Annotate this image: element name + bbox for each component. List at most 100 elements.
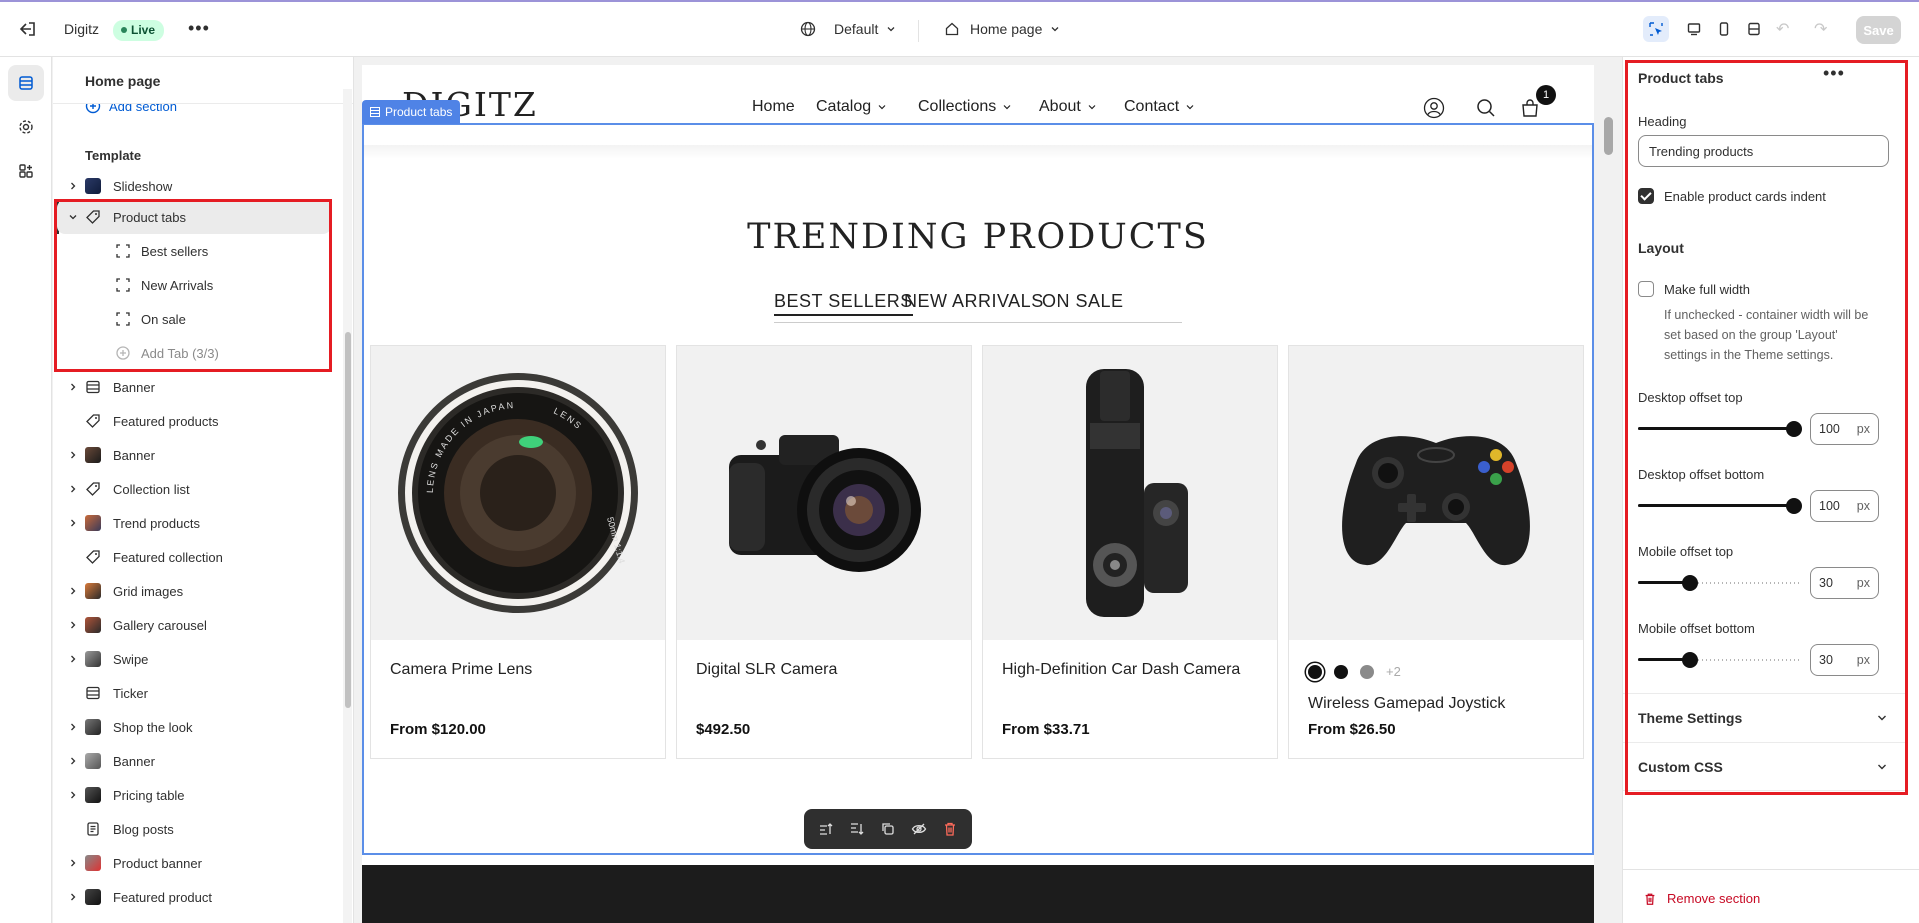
tab-best-sellers[interactable]: BEST SELLERS — [774, 291, 913, 316]
tab-on-sale[interactable]: ON SALE — [1042, 291, 1124, 312]
desktop-view-button[interactable] — [1681, 16, 1707, 42]
tree-item-shop-the-look[interactable]: Shop the look — [53, 710, 335, 744]
tab-new-arrivals[interactable]: NEW ARRIVALS — [904, 291, 1044, 312]
custom-css-accordion[interactable]: Custom CSS — [1623, 742, 1908, 791]
chevron-right-icon[interactable] — [68, 858, 78, 868]
remove-section-button[interactable]: Remove section — [1643, 891, 1760, 906]
tree-item-ticker[interactable]: Ticker — [53, 676, 335, 710]
chevron-right-icon[interactable] — [68, 518, 78, 528]
chevron-right-icon[interactable] — [68, 586, 78, 596]
swatch-gray[interactable] — [1360, 664, 1374, 679]
tree-item-banner[interactable]: Banner — [53, 744, 335, 778]
preview-scrollbar-thumb[interactable] — [1604, 117, 1613, 155]
mobile-view-button[interactable] — [1711, 16, 1737, 42]
nav-catalog[interactable]: Catalog — [816, 98, 887, 116]
product-name[interactable]: Wireless Gamepad Joystick — [1308, 695, 1505, 713]
desktop-offset-bottom-input[interactable]: 100 px — [1810, 490, 1879, 522]
chevron-right-icon[interactable] — [68, 722, 78, 732]
heading-input[interactable] — [1638, 135, 1889, 167]
tree-item-blog-posts[interactable]: Blog posts — [53, 812, 335, 846]
redo-icon[interactable]: ↷ — [1814, 19, 1827, 39]
chevron-down-icon[interactable] — [68, 212, 78, 222]
page-selector[interactable]: Home page — [944, 21, 1060, 37]
slider-knob[interactable] — [1786, 421, 1802, 437]
nav-home[interactable]: Home — [752, 98, 795, 124]
sections-rail-button[interactable] — [8, 65, 44, 101]
slider-knob[interactable] — [1682, 652, 1699, 668]
search-icon[interactable] — [1475, 97, 1497, 119]
chevron-right-icon[interactable] — [68, 382, 78, 392]
tree-scrollbar-thumb[interactable] — [345, 332, 351, 708]
chevron-right-icon[interactable] — [68, 484, 78, 494]
exit-icon[interactable] — [18, 19, 38, 39]
preview-scrollbar[interactable] — [1596, 57, 1622, 923]
selected-section-tag[interactable]: Product tabs — [362, 100, 461, 124]
delete-button[interactable] — [939, 818, 961, 840]
tree-item-product-tabs[interactable]: Product tabs — [57, 200, 331, 234]
chevron-right-icon[interactable] — [68, 790, 78, 800]
mobile-offset-bottom-input[interactable]: 30 px — [1810, 644, 1879, 676]
tree-item-new-arrivals[interactable]: New Arrivals — [53, 268, 335, 302]
undo-icon[interactable]: ↶ — [1776, 19, 1789, 39]
account-icon[interactable] — [1423, 97, 1445, 119]
move-up-button[interactable] — [815, 818, 837, 840]
more-actions-icon[interactable]: ••• — [188, 19, 210, 37]
tree-item-gallery-carousel[interactable]: Gallery carousel — [53, 608, 335, 642]
tree-item-trend-products[interactable]: Trend products — [53, 506, 335, 540]
tree-item-grid-images[interactable]: Grid images — [53, 574, 335, 608]
slider-knob[interactable] — [1786, 498, 1802, 514]
save-button[interactable]: Save — [1856, 16, 1901, 44]
mobile-offset-top-input[interactable]: 30 px — [1810, 567, 1879, 599]
product-card[interactable]: High-Definition Car Dash Camera From $33… — [982, 345, 1278, 759]
apps-rail-button[interactable] — [8, 153, 44, 189]
duplicate-button[interactable] — [877, 818, 899, 840]
theme-settings-accordion[interactable]: Theme Settings — [1623, 693, 1908, 742]
chevron-right-icon[interactable] — [68, 892, 78, 902]
product-name[interactable]: Digital SLR Camera — [696, 661, 837, 679]
desktop-offset-top-slider[interactable] — [1638, 421, 1802, 437]
mobile-offset-bottom-slider[interactable] — [1638, 652, 1802, 668]
theme-selector[interactable]: Default — [800, 21, 896, 37]
tree-item-on-sale[interactable]: On sale — [53, 302, 335, 336]
nav-contact[interactable]: Contact — [1124, 98, 1195, 116]
mobile-offset-top-slider[interactable] — [1638, 575, 1802, 591]
swatch-black[interactable] — [1334, 664, 1348, 679]
chevron-right-icon[interactable] — [68, 450, 78, 460]
panel-more-icon[interactable]: ••• — [1823, 63, 1845, 84]
tree-item-featured-collection[interactable]: Featured collection — [53, 540, 335, 574]
desktop-offset-top-input[interactable]: 100 px — [1810, 413, 1879, 445]
move-down-button[interactable] — [846, 818, 868, 840]
product-card[interactable]: Digital SLR Camera $492.50 — [676, 345, 972, 759]
tree-item-swipe[interactable]: Swipe — [53, 642, 335, 676]
swatch-black-selected[interactable] — [1308, 664, 1322, 679]
settings-rail-button[interactable] — [8, 109, 44, 145]
add-tab-button[interactable]: Add Tab (3/3) — [53, 336, 335, 370]
tree-item-pricing-table[interactable]: Pricing table — [53, 778, 335, 812]
nav-collections[interactable]: Collections — [918, 98, 1012, 116]
tree-item-banner[interactable]: Banner — [53, 370, 335, 404]
product-image[interactable] — [1289, 346, 1583, 640]
fullscreen-button[interactable] — [1741, 16, 1767, 42]
desktop-offset-bottom-slider[interactable] — [1638, 498, 1802, 514]
product-card[interactable]: +2 Wireless Gamepad Joystick From $26.50 — [1288, 345, 1584, 759]
tree-item-collection-list[interactable]: Collection list — [53, 472, 335, 506]
tree-item-banner[interactable]: Banner — [53, 438, 335, 472]
full-width-checkbox[interactable] — [1638, 281, 1654, 297]
product-image[interactable] — [677, 346, 971, 640]
slider-knob[interactable] — [1682, 575, 1699, 591]
tree-item-slideshow[interactable]: Slideshow — [53, 169, 335, 203]
product-image[interactable]: LENS MADE IN JAPAN LENS 50mm 1:1.4 — [371, 346, 665, 640]
more-swatches[interactable]: +2 — [1386, 664, 1401, 679]
indent-checkbox[interactable] — [1638, 188, 1654, 204]
inspector-button[interactable] — [1643, 16, 1669, 42]
tree-item-product-banner[interactable]: Product banner — [53, 846, 335, 880]
product-image[interactable] — [983, 346, 1277, 640]
chevron-right-icon[interactable] — [68, 181, 78, 191]
product-card[interactable]: LENS MADE IN JAPAN LENS 50mm 1:1.4 Camer… — [370, 345, 666, 759]
tree-item-best-sellers[interactable]: Best sellers — [53, 234, 335, 268]
product-name[interactable]: Camera Prime Lens — [390, 661, 532, 679]
tree-item-featured-products[interactable]: Featured products — [53, 404, 335, 438]
nav-about[interactable]: About — [1039, 98, 1097, 116]
hide-button[interactable] — [908, 818, 930, 840]
chevron-right-icon[interactable] — [68, 756, 78, 766]
